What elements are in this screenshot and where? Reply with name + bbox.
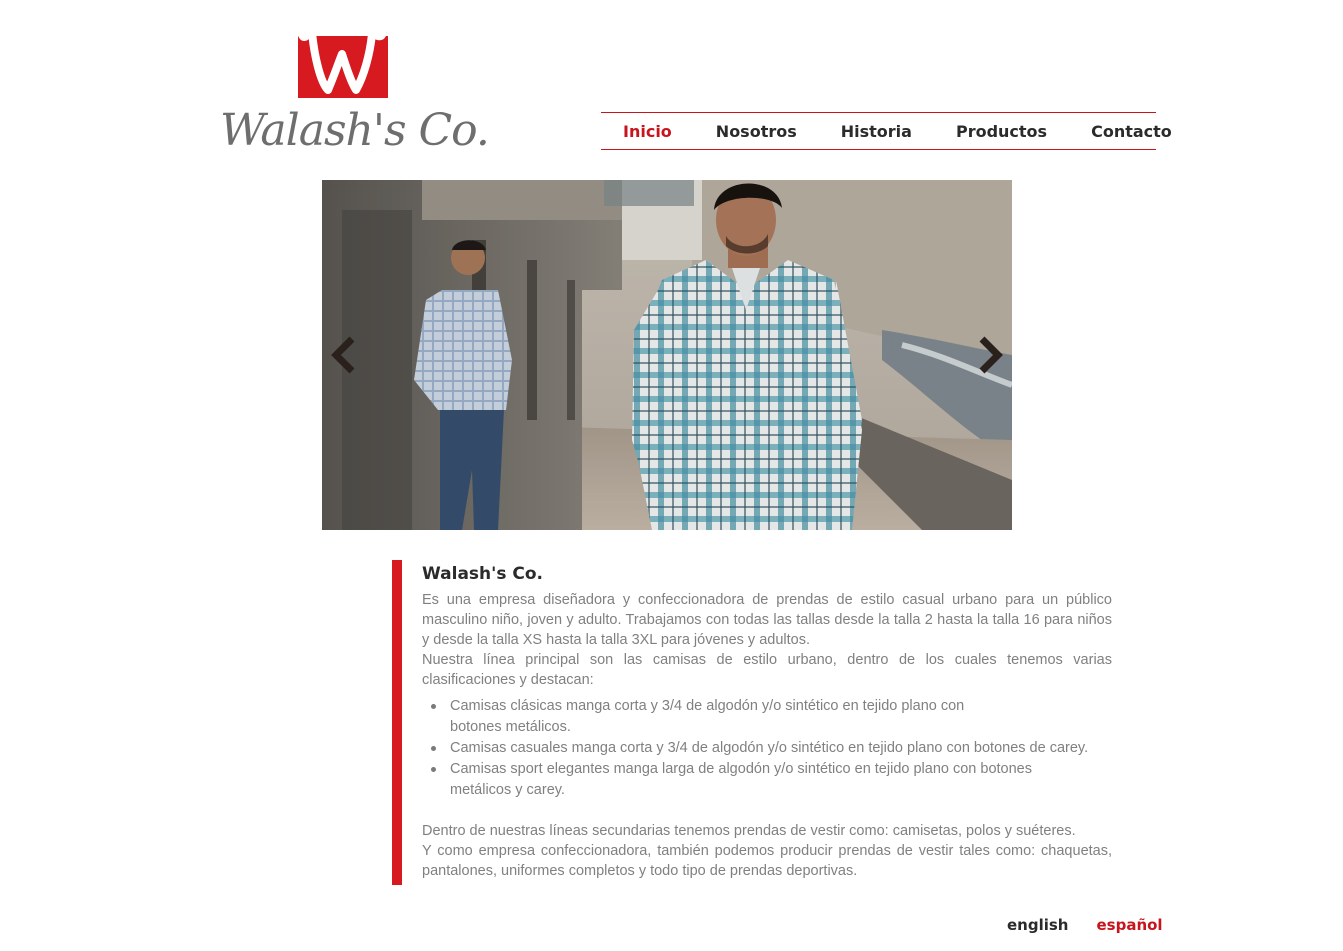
- lang-spanish-link[interactable]: español: [1096, 916, 1162, 934]
- list-item: Camisas casuales manga corta y 3/4 de al…: [431, 738, 1112, 759]
- main-line-paragraph: Nuestra línea principal son las camisas …: [422, 652, 1112, 688]
- nav-item-inicio[interactable]: Inicio: [623, 122, 672, 141]
- manufacturing-paragraph: Y como empresa confeccionadora, también …: [422, 843, 1112, 879]
- lang-english-link[interactable]: english: [1007, 916, 1068, 934]
- list-item: Camisas sport elegantes manga larga de a…: [431, 759, 1070, 801]
- shirt-types-list: Camisas clásicas manga corta y 3/4 de al…: [422, 696, 1112, 801]
- language-switcher: english español: [1007, 916, 1163, 934]
- list-item: Camisas clásicas manga corta y 3/4 de al…: [431, 696, 990, 738]
- site-logo[interactable]: Walash's Co.: [220, 36, 490, 158]
- nav-item-productos[interactable]: Productos: [956, 122, 1047, 141]
- chevron-right-icon[interactable]: [968, 335, 1008, 375]
- logo-wordmark: Walash's Co.: [220, 105, 490, 156]
- main-nav: Inicio Nosotros Historia Productos Conta…: [601, 112, 1172, 150]
- about-section: Walash's Co. Es una empresa diseñadora y…: [422, 560, 1112, 881]
- secondary-lines-paragraph: Dentro de nuestras líneas secundarias te…: [422, 823, 1076, 839]
- w-monogram-icon: [298, 36, 388, 98]
- nav-item-historia[interactable]: Historia: [841, 122, 912, 141]
- hero-slider: [322, 180, 1012, 530]
- section-title: Walash's Co.: [422, 564, 543, 584]
- slide-photo: [322, 180, 1012, 530]
- chevron-left-icon[interactable]: [326, 335, 366, 375]
- nav-item-contacto[interactable]: Contacto: [1091, 122, 1172, 141]
- content-accent-bar: [392, 560, 402, 885]
- intro-paragraph: Es una empresa diseñadora y confeccionad…: [422, 592, 1112, 648]
- nav-item-nosotros[interactable]: Nosotros: [716, 122, 797, 141]
